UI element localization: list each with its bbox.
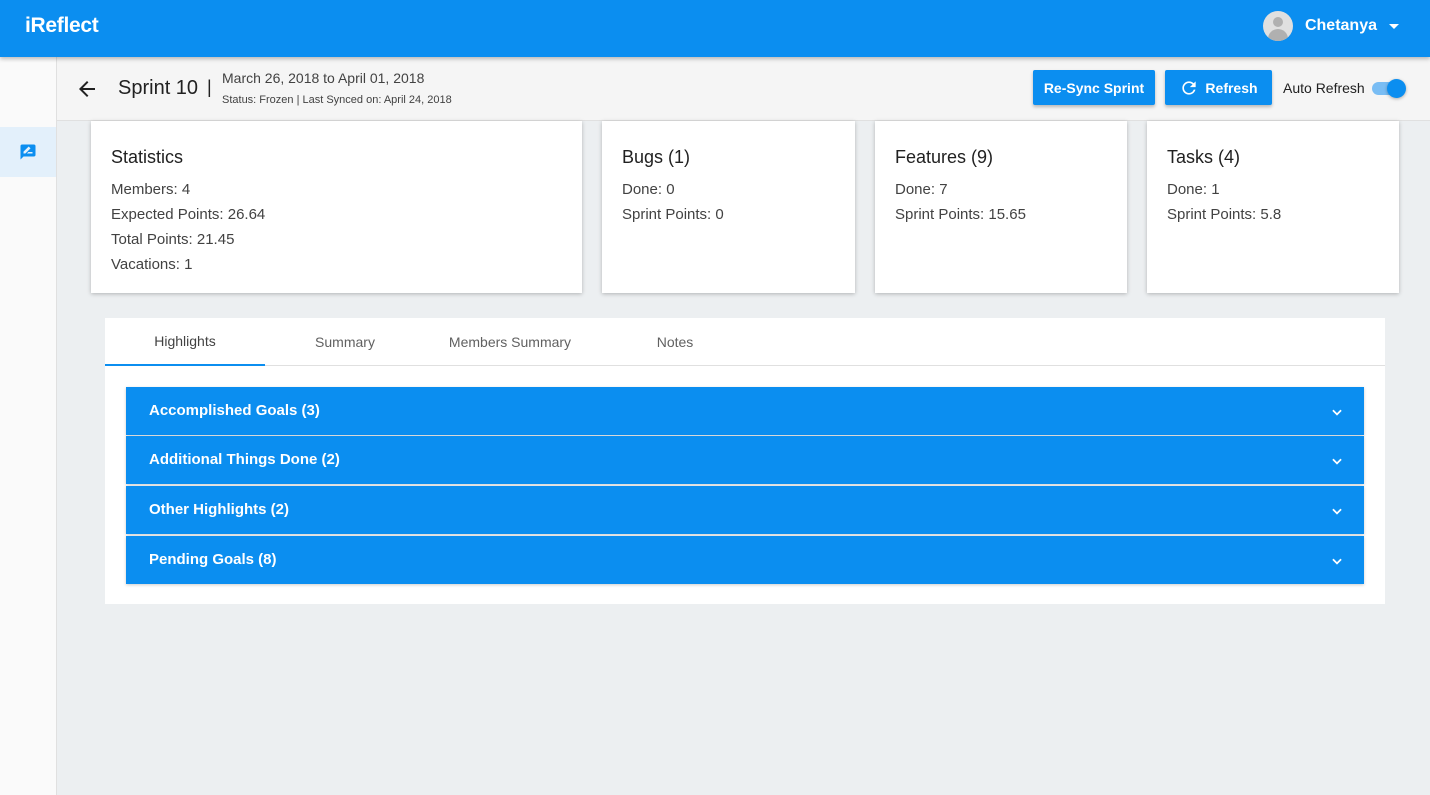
features-done: Done: 7 <box>895 181 948 198</box>
accordion-pending-goals[interactable]: Pending Goals (8) <box>126 536 1364 584</box>
chevron-down-icon <box>1332 458 1342 465</box>
features-title: Features (9) <box>895 147 994 167</box>
tasks-title: Tasks (4) <box>1167 147 1241 167</box>
details-panel: Highlights Summary Members Summary Notes… <box>105 318 1385 604</box>
accordion-label: Other Highlights (2) <box>149 501 289 518</box>
user-name: Chetanya <box>1304 17 1377 34</box>
app-bar: iReflect Chetanya <box>0 0 1430 57</box>
bugs-points: Sprint Points: 0 <box>622 206 724 223</box>
sidebar <box>0 57 57 795</box>
expected-points: Expected Points: 26.64 <box>111 206 266 223</box>
accordion-label: Pending Goals (8) <box>149 551 277 568</box>
toggle-knob <box>1387 79 1406 98</box>
resync-sprint-label: Re-Sync Sprint <box>1043 79 1145 96</box>
tab-notes[interactable]: Notes <box>595 318 755 366</box>
refresh-label: Refresh <box>1205 79 1258 96</box>
statistics-card: Statistics Members: 4 Expected Points: 2… <box>91 121 582 293</box>
user-menu[interactable]: Chetanya <box>1262 11 1399 41</box>
bugs-done: Done: 0 <box>622 181 675 198</box>
sidebar-item-sprints[interactable] <box>0 127 56 177</box>
accordion-label: Accomplished Goals (3) <box>149 402 320 419</box>
chevron-down-icon <box>1332 508 1342 515</box>
auto-refresh-label: Auto Refresh <box>1283 80 1365 96</box>
avatar <box>1262 11 1293 41</box>
tasks-card: Tasks (4) Done: 1 Sprint Points: 5.8 <box>1147 121 1399 293</box>
caret-down-icon <box>1389 23 1399 29</box>
auto-refresh-toggle[interactable] <box>1371 78 1407 98</box>
chevron-down-icon <box>1332 558 1342 565</box>
members-count: Members: 4 <box>111 181 191 198</box>
rate-review-icon <box>20 144 36 160</box>
arrow-back-icon[interactable] <box>75 77 99 101</box>
refresh-icon <box>1182 80 1197 95</box>
accordion-additional-things-done[interactable]: Additional Things Done (2) <box>126 436 1364 484</box>
statistics-title: Statistics <box>111 147 184 167</box>
accordion-other-highlights[interactable]: Other Highlights (2) <box>126 486 1364 534</box>
tab-members-summary[interactable]: Members Summary <box>430 318 590 366</box>
total-points: Total Points: 21.45 <box>111 231 235 248</box>
tab-summary[interactable]: Summary <box>265 318 425 366</box>
bugs-card: Bugs (1) Done: 0 Sprint Points: 0 <box>602 121 855 293</box>
tasks-done: Done: 1 <box>1167 181 1220 198</box>
tab-bar: Highlights Summary Members Summary Notes <box>105 318 1385 366</box>
vacations-count: Vacations: 1 <box>111 256 193 273</box>
accordion-label: Additional Things Done (2) <box>149 451 340 468</box>
app-title: iReflect <box>25 14 99 37</box>
tab-highlights[interactable]: Highlights <box>105 318 265 366</box>
title-separator: | <box>207 77 212 97</box>
sprint-title: Sprint 10 <box>118 77 199 99</box>
chevron-down-icon <box>1332 409 1342 416</box>
features-card: Features (9) Done: 7 Sprint Points: 15.6… <box>875 121 1127 293</box>
sprint-dates: March 26, 2018 to April 01, 2018 <box>222 70 425 86</box>
sprint-status: Status: Frozen | Last Synced on: April 2… <box>222 94 452 106</box>
features-points: Sprint Points: 15.65 <box>895 206 1026 223</box>
accordion-accomplished-goals[interactable]: Accomplished Goals (3) <box>126 387 1364 435</box>
sprint-header: Sprint 10 | March 26, 2018 to April 01, … <box>57 57 1430 121</box>
resync-sprint-button[interactable]: Re-Sync Sprint <box>1033 70 1155 105</box>
refresh-button[interactable]: Refresh <box>1165 70 1272 105</box>
tasks-points: Sprint Points: 5.8 <box>1167 206 1282 223</box>
bugs-title: Bugs (1) <box>622 147 691 167</box>
